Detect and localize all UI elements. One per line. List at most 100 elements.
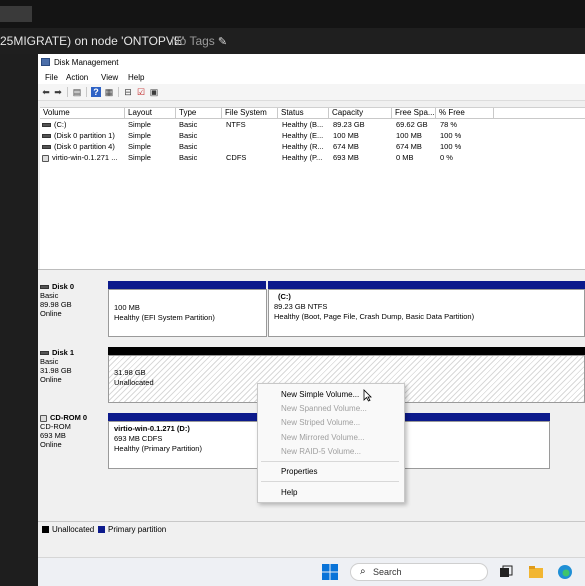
menu-action[interactable]: Action [66,73,88,82]
vm-title: 25MIGRATE) on node 'ONTOPVE' [0,34,185,48]
layout: Simple [128,142,151,151]
disk0-partition1[interactable]: 100 MB Healthy (EFI System Partition) [108,289,267,337]
layout: Simple [128,153,151,162]
toolbar-separator [118,87,119,97]
file-explorer-icon[interactable] [528,564,544,580]
disk-management-app-icon [41,58,50,66]
pencil-icon[interactable]: ✎ [218,35,227,48]
disk0-type: Basic [40,291,59,300]
col-capacity[interactable]: Capacity [329,108,392,119]
file-system: NTFS [226,120,246,129]
legend-primary-swatch [98,526,105,533]
status: Healthy (R... [282,142,324,151]
volume-name: (Disk 0 partition 1) [54,131,115,140]
menu-help-item[interactable]: Help [281,488,297,497]
cdrom0-info[interactable]: CD-ROM 0 CD-ROM 693 MB Online [40,413,106,471]
col-status[interactable]: Status [278,108,329,119]
pct-free: 0 % [440,153,453,162]
legend-unallocated: Unallocated [52,525,95,534]
properties-pane-icon[interactable]: ▦ [104,87,114,97]
cdrom0-state: Online [40,440,62,449]
window-title-bar: Disk Management [38,54,585,70]
toolbar-separator [67,87,68,97]
disk1-name: Disk 1 [52,348,75,357]
p1-status: Healthy (EFI System Partition) [114,313,215,322]
task-view-icon[interactable] [498,564,514,580]
p1-size: 100 MB [114,303,140,312]
context-menu: New Simple Volume... New Spanned Volume.… [257,383,405,503]
forward-arrow-icon[interactable]: ➡ [53,87,63,97]
disk1-size: 31.98 GB [40,366,72,375]
window-title: Disk Management [54,58,119,67]
console-left-margin [0,54,38,585]
type: Basic [179,120,198,129]
menu-bar: File Action View Help [38,70,585,84]
pct-free: 100 % [440,131,462,140]
disk-icon [40,351,49,356]
cdrom0-size: 693 MB [40,431,66,440]
menu-new-simple-volume[interactable]: New Simple Volume... [281,390,359,399]
mouse-cursor-icon [363,389,372,402]
col-empty [494,108,585,119]
volume-icon [42,134,51,139]
volume-icon [42,145,51,150]
tags-label-wrap[interactable]: No Tags ✎ [171,34,227,48]
free-space: 0 MB [396,153,414,162]
col-type[interactable]: Type [176,108,222,119]
volume-name: (Disk 0 partition 4) [54,142,115,151]
layout: Simple [128,120,151,129]
col-layout[interactable]: Layout [125,108,176,119]
volume-name: virtio-win-0.1.271 ... [52,153,118,162]
disk1-unallocated-bar [108,347,585,355]
disk0-name: Disk 0 [52,282,75,291]
rescan-icon[interactable]: ⊟ [123,87,133,97]
free-space: 69.62 GB [396,120,428,129]
disk1-state: Online [40,375,62,384]
taskbar-search[interactable]: ⌕ Search [350,563,488,581]
back-arrow-icon[interactable]: ⬅ [41,87,51,97]
disk0-c-bar [268,281,585,289]
disk0-info[interactable]: Disk 0 Basic 89.98 GB Online [40,282,106,338]
c-size: 89.23 GB NTFS [274,302,328,311]
status: Healthy (B... [282,120,324,129]
help-icon[interactable]: ? [91,87,101,97]
menu-new-raid5-volume: New RAID-5 Volume... [281,447,362,456]
volume-icon [42,123,51,128]
col-pct-free[interactable]: % Free [436,108,494,119]
search-icon: ⌕ [360,566,366,577]
top-bar-tab[interactable] [0,6,32,22]
menu-file[interactable]: File [45,73,58,82]
status: Healthy (P... [282,153,323,162]
col-file-system[interactable]: File System [222,108,278,119]
disk1-type: Basic [40,357,59,366]
settings-pane-icon[interactable]: ▣ [149,87,159,97]
menu-view[interactable]: View [101,73,118,82]
status: Healthy (E... [282,131,324,140]
disk0-p1-bar [108,281,266,289]
taskbar: ⌕ Search [38,557,585,586]
edge-browser-icon[interactable] [557,564,573,580]
checklist-icon[interactable]: ☑ [136,87,146,97]
cdrom-icon [40,414,47,422]
type: Basic [179,142,198,151]
vm-title-bar: 25MIGRATE) on node 'ONTOPVE' No Tags ✎ [0,28,585,54]
col-free-space[interactable]: Free Spa... [392,108,436,119]
free-space: 100 MB [396,131,422,140]
disk0-state: Online [40,309,62,318]
layout: Simple [128,131,151,140]
cdrom0-type: CD-ROM [40,422,71,431]
menu-properties[interactable]: Properties [281,467,317,476]
c-status: Healthy (Boot, Page File, Crash Dump, Ba… [274,312,475,321]
volume-name: (C:) [54,120,67,129]
menu-new-striped-volume: New Striped Volume... [281,418,361,427]
list-view-icon[interactable]: ▤ [72,87,82,97]
disk0-c-partition[interactable]: (C:) 89.23 GB NTFS Healthy (Boot, Page F… [268,289,585,337]
col-volume[interactable]: Volume [40,108,125,119]
disk0-size: 89.98 GB [40,300,72,309]
disk1-info[interactable]: Disk 1 Basic 31.98 GB Online [40,348,106,406]
capacity: 100 MB [333,131,359,140]
menu-help[interactable]: Help [128,73,144,82]
windows-start-icon[interactable] [322,564,338,580]
disk-icon [40,285,49,290]
cdrom0-name: CD-ROM 0 [50,413,88,422]
